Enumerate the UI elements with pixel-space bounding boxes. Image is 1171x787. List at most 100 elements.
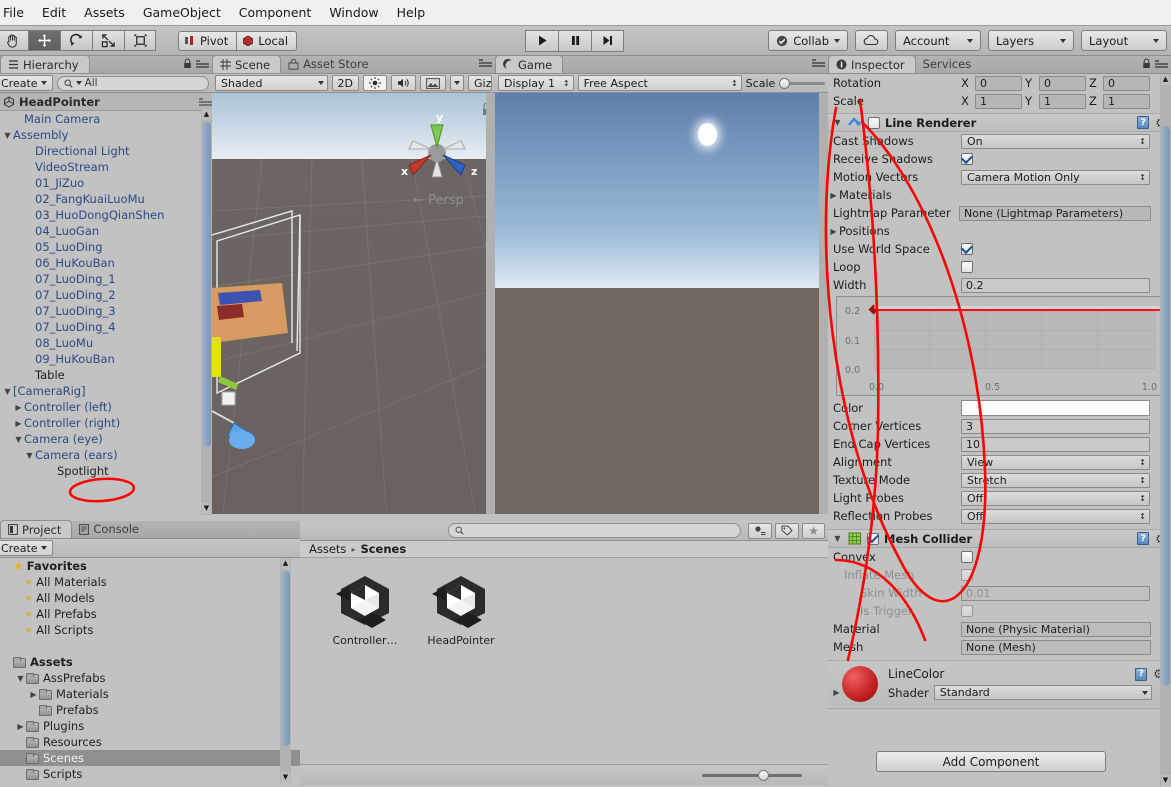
breadcrumb-root[interactable]: Assets <box>309 542 346 556</box>
game-display-dropdown[interactable]: Display 1 ↕ <box>498 75 574 91</box>
foldout-arrow[interactable] <box>13 403 24 412</box>
asset-grid[interactable]: Controller… HeadPointer <box>300 558 828 764</box>
cloud-button[interactable] <box>855 30 888 51</box>
hierarchy-item[interactable]: Table <box>0 367 212 383</box>
space-toggle-button[interactable]: Local <box>237 30 298 51</box>
light-probes-dropdown[interactable]: Off ↕ <box>961 490 1150 506</box>
materials-foldout[interactable] <box>828 191 839 200</box>
project-create-button[interactable]: Create <box>0 540 53 556</box>
material-foldout[interactable] <box>831 688 842 697</box>
tab-asset-store[interactable]: Asset Store <box>281 55 379 73</box>
rotation-y-field[interactable]: 0 <box>1039 75 1086 91</box>
tab-project[interactable]: Project <box>0 520 73 538</box>
scale-z-field[interactable]: 1 <box>1103 93 1150 109</box>
mesh-collider-enabled-checkbox[interactable] <box>867 532 879 545</box>
hand-tool-button[interactable] <box>0 30 28 51</box>
reflection-probes-dropdown[interactable]: Off ↕ <box>961 508 1150 524</box>
hierarchy-list[interactable]: Main Camera Assembly Directional Light Vide… <box>0 111 212 478</box>
end-cap-vertices-field[interactable]: 10 <box>961 436 1150 452</box>
menu-item-gameobject[interactable]: GameObject <box>134 3 230 22</box>
scene-audio-toggle[interactable] <box>391 75 416 91</box>
physic-material-field[interactable]: None (Physic Material) <box>961 621 1151 637</box>
foldout-arrow[interactable] <box>2 131 13 140</box>
hierarchy-item[interactable]: [CameraRig] <box>0 383 212 399</box>
hierarchy-item[interactable]: 07_LuoDing_1 <box>0 271 212 287</box>
color-swatch-field[interactable] <box>961 400 1150 416</box>
tab-services[interactable]: Services <box>916 55 982 73</box>
receive-shadows-checkbox[interactable] <box>961 153 973 165</box>
project-tree-item[interactable]: ⌕ All Models <box>0 590 300 606</box>
hierarchy-item[interactable]: 06_HuKouBan <box>0 255 212 271</box>
hierarchy-item[interactable]: Camera (ears) <box>0 447 212 463</box>
foldout-arrow[interactable] <box>24 451 35 460</box>
scene-viewport[interactable]: y x z ← Persp <box>212 93 495 514</box>
loop-checkbox[interactable] <box>961 261 973 273</box>
menu-item-file[interactable]: File <box>0 3 33 22</box>
texture-mode-dropdown[interactable]: Stretch ↕ <box>961 472 1150 488</box>
step-button[interactable] <box>591 29 624 52</box>
project-tree-item[interactable]: Assets <box>0 654 300 670</box>
project-scrollbar[interactable]: ▲ ▼ <box>280 558 291 783</box>
foldout-arrow[interactable] <box>15 674 26 683</box>
positions-row[interactable]: Positions <box>828 222 1171 240</box>
project-tree-item[interactable] <box>0 638 300 654</box>
game-aspect-dropdown[interactable]: Free Aspect ↕ <box>577 75 742 91</box>
layers-button[interactable]: Layers <box>988 30 1074 51</box>
scale-tool-button[interactable] <box>92 30 124 51</box>
hierarchy-search-input[interactable]: All <box>56 75 209 91</box>
add-component-button[interactable]: Add Component <box>876 751 1106 772</box>
scale-y-field[interactable]: 1 <box>1039 93 1086 109</box>
filter-by-label-button[interactable] <box>775 522 800 539</box>
hierarchy-item[interactable]: 07_LuoDing_4 <box>0 319 212 335</box>
corner-vertices-field[interactable]: 3 <box>961 418 1150 434</box>
project-tree-item[interactable]: SteamVR <box>0 782 300 783</box>
hierarchy-item[interactable]: 05_LuoDing <box>0 239 212 255</box>
project-tree-item[interactable]: ⌕ All Prefabs <box>0 606 300 622</box>
hierarchy-item[interactable]: Controller (left) <box>0 399 212 415</box>
project-tree-item[interactable]: Plugins <box>0 718 300 734</box>
scene-gizmos-button[interactable]: Giz <box>468 75 492 91</box>
menu-item-help[interactable]: Help <box>388 3 435 22</box>
hierarchy-item[interactable]: Controller (right) <box>0 415 212 431</box>
game-scale-slider[interactable] <box>779 77 825 89</box>
help-icon[interactable]: ? <box>1137 116 1150 129</box>
lightmap-parameter-field[interactable]: None (Lightmap Parameters) <box>959 205 1151 221</box>
tab-game[interactable]: Game <box>495 55 564 73</box>
mesh-collider-foldout[interactable] <box>832 534 843 543</box>
help-icon[interactable]: ? <box>1137 532 1150 545</box>
project-tree-item[interactable]: ★ Favorites <box>0 558 300 574</box>
asset-search-input[interactable] <box>448 523 741 538</box>
project-tree[interactable]: ★ Favorites ⌕ All Materials ⌕ All Models ⌕ All … <box>0 558 300 783</box>
mesh-collider-header[interactable]: Mesh Collider ? ⚙ <box>828 529 1171 548</box>
positions-foldout[interactable] <box>828 227 839 236</box>
foldout-arrow[interactable] <box>2 387 13 396</box>
hierarchy-item[interactable]: 04_LuoGan <box>0 223 212 239</box>
menu-item-edit[interactable]: Edit <box>33 3 75 22</box>
hierarchy-scene-root[interactable]: HeadPointer <box>0 93 212 111</box>
play-button[interactable] <box>525 29 558 52</box>
game-scrollbar[interactable] <box>819 93 828 514</box>
help-icon[interactable]: ? <box>1135 667 1148 681</box>
hierarchy-create-button[interactable]: Create <box>0 75 53 91</box>
line-renderer-header[interactable]: Line Renderer ? ⚙ <box>828 113 1171 132</box>
layout-button[interactable]: Layout <box>1081 30 1167 51</box>
hierarchy-item[interactable]: 03_HuoDongQianShen <box>0 207 212 223</box>
width-curve-editor[interactable]: 0.2 0.1 0.0 0.0 0.5 1.0 <box>836 296 1166 396</box>
project-tree-item[interactable]: Prefabs <box>0 702 300 718</box>
hierarchy-item[interactable]: 02_FangKuaiLuoMu <box>0 191 212 207</box>
asset-item[interactable]: Controller… <box>328 572 402 764</box>
scene-effects-toggle[interactable] <box>420 75 446 91</box>
convex-checkbox[interactable] <box>961 551 973 563</box>
foldout-arrow[interactable] <box>13 419 24 428</box>
project-tree-item[interactable]: ⌕ All Scripts <box>0 622 300 638</box>
foldout-arrow[interactable] <box>13 435 24 444</box>
hierarchy-scrollbar[interactable]: ▲ ▼ <box>201 108 212 515</box>
material-header[interactable]: LineColor Shader Standard ? ⚙ <box>828 660 1171 706</box>
scene-draw-mode-dropdown[interactable]: Shaded <box>215 75 328 91</box>
collab-button[interactable]: Collab <box>768 30 848 51</box>
rotation-x-field[interactable]: 0 <box>975 75 1022 91</box>
scene-lighting-toggle[interactable] <box>363 75 387 91</box>
project-tree-item[interactable]: AssPrefabs <box>0 670 300 686</box>
game-viewport[interactable] <box>495 93 828 514</box>
rect-tool-button[interactable] <box>124 30 156 51</box>
